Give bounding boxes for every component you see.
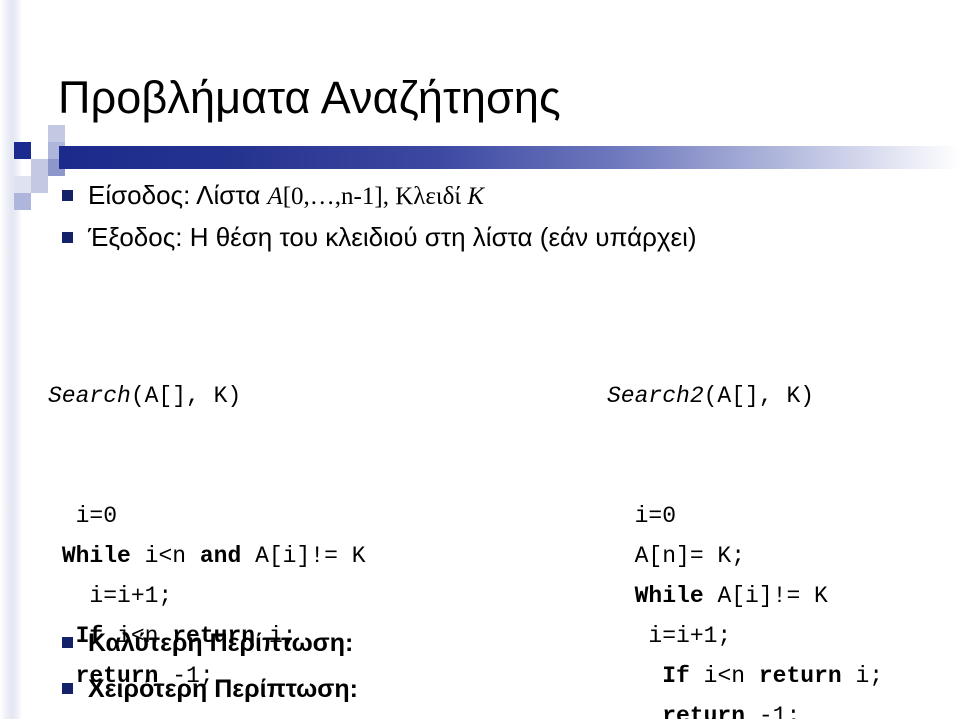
- code-keyword: If: [662, 663, 704, 689]
- function-signature: (A[], K): [130, 383, 242, 409]
- function-name: Search2: [607, 383, 704, 409]
- function-name: Search: [48, 383, 131, 409]
- code-line: If i<n return i;: [607, 656, 883, 696]
- code-keyword: return: [758, 663, 856, 689]
- code-text: A[i]!= K: [717, 583, 828, 609]
- code-keyword: return: [662, 703, 759, 719]
- bullet-square-icon: [62, 232, 73, 243]
- code-text: i<n: [144, 543, 200, 569]
- page-title: Προβλήματα Αναζήτησης: [58, 72, 561, 124]
- variable-k: K: [467, 183, 485, 210]
- decoration-square: [31, 125, 48, 142]
- bullet-text: Έξοδος: Η θέση του κλειδιού στη λίστα (ε…: [88, 222, 697, 252]
- bullet-square-icon: [62, 637, 73, 648]
- decoration-square: [48, 125, 65, 142]
- code-text: i=i+1;: [89, 583, 173, 609]
- list-item: Χειρότερη Περίπτωση:: [62, 674, 358, 704]
- list-item: Έξοδος: Η θέση του κλειδιού στη λίστα (ε…: [62, 222, 697, 252]
- slide-canvas: Προβλήματα Αναζήτησης Είσοδος: Λίστα A[0…: [0, 0, 960, 719]
- code-keyword: and: [199, 543, 256, 569]
- code-line: While A[i]!= K: [607, 576, 883, 616]
- list-item: Καλύτερη Περίπτωση:: [62, 628, 353, 658]
- code-text: A[n]= K;: [634, 543, 746, 569]
- code-keyword: While: [61, 543, 145, 569]
- decoration-square: [14, 142, 31, 159]
- decoration-square: [14, 193, 31, 210]
- bullet-text: Είσοδος: Λίστα A[0,…,n-1], Κλειδί K: [88, 180, 485, 210]
- code-text: -1;: [758, 703, 801, 719]
- title-divider-bar: [59, 146, 960, 169]
- code-block-search2: Search2(A[], K) i=0 A[n]= K; While A[i]!…: [607, 296, 883, 719]
- code-text: i=i+1;: [648, 623, 732, 649]
- code-signature-line: Search2(A[], K): [607, 376, 883, 416]
- code-text: i=0: [634, 503, 677, 529]
- bullet-text: Χειρότερη Περίπτωση:: [88, 675, 358, 703]
- code-text: i;: [855, 663, 884, 689]
- function-signature: (A[], K): [703, 383, 815, 409]
- decoration-square: [31, 159, 48, 176]
- bullet-square-icon: [62, 190, 73, 201]
- decoration-square: [14, 176, 31, 193]
- code-line: While i<n and A[i]!= K: [48, 536, 366, 576]
- code-signature-line: Search(A[], K): [48, 376, 366, 416]
- code-keyword: While: [634, 583, 718, 609]
- list-item: Είσοδος: Λίστα A[0,…,n-1], Κλειδί K: [62, 180, 484, 212]
- bullet-square-icon: [62, 683, 73, 694]
- decoration-square: [31, 176, 48, 193]
- variable-a: A: [267, 183, 283, 210]
- code-line: return -1;: [607, 696, 883, 719]
- code-line: i=0: [607, 496, 883, 536]
- left-edge-gradient-strip: [0, 0, 22, 719]
- code-text: i=0: [75, 503, 118, 529]
- code-text: i<n: [703, 663, 759, 689]
- code-line: A[n]= K;: [607, 536, 883, 576]
- code-line: i=i+1;: [607, 616, 883, 656]
- code-text: A[i]!= K: [255, 543, 366, 569]
- bullet-text: Καλύτερη Περίπτωση:: [88, 629, 354, 657]
- code-line: i=0: [48, 496, 366, 536]
- code-line: i=i+1;: [48, 576, 366, 616]
